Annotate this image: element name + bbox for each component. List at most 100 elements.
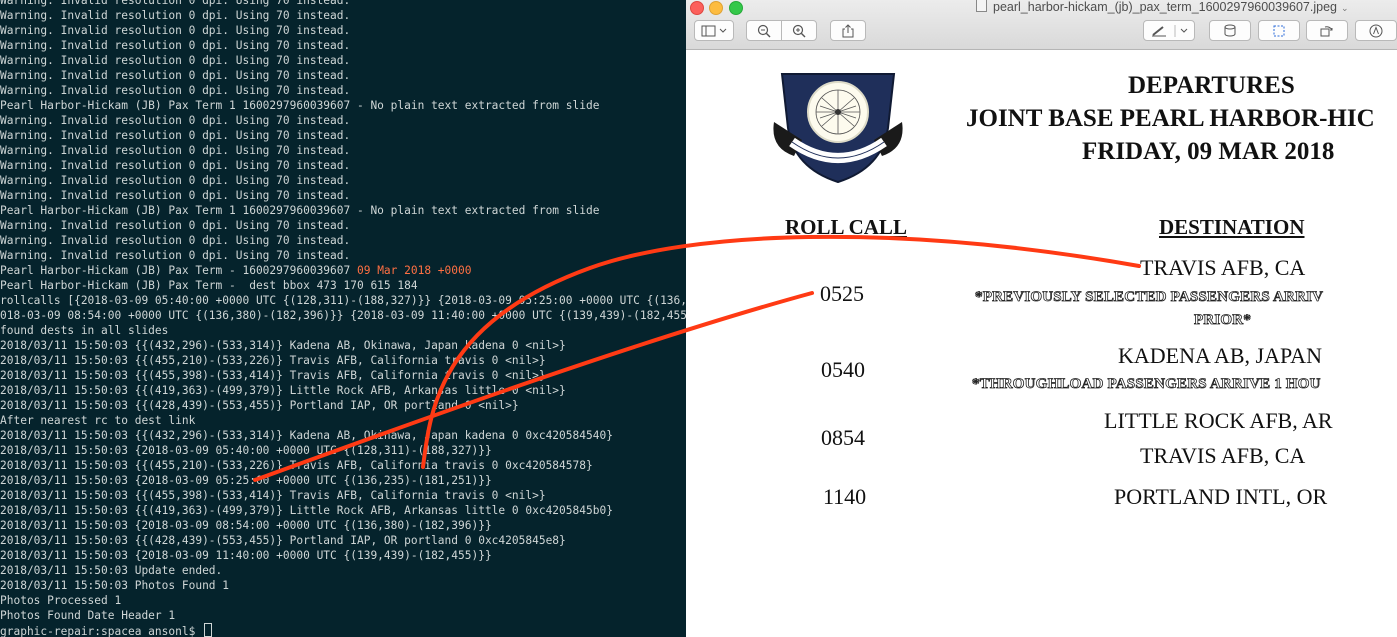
terminal-line-text: Photos Found Date Header 1 [0, 609, 176, 622]
highlighted-date: 09 Mar 2018 +0000 [356, 264, 472, 277]
cylinder-icon [1224, 24, 1236, 37]
terminal-line-text: 018-03-09 08:54:00 +0000 UTC {(136,380)-… [0, 309, 686, 322]
terminal-line: 2018/03/11 15:50:03 {2018-03-09 05:40:00… [0, 443, 686, 458]
terminal-line: Pearl Harbor-Hickam (JB) Pax Term 1 1600… [0, 203, 686, 218]
annotate-icon [1369, 24, 1383, 37]
terminal-line: Warning. Invalid resolution 0 dpi. Using… [0, 0, 686, 8]
terminal-line-text: Warning. Invalid resolution 0 dpi. Using… [0, 219, 351, 232]
terminal-line: Photos Found Date Header 1 [0, 608, 686, 623]
selection-button[interactable] [1258, 20, 1300, 41]
terminal-line: 2018/03/11 15:50:03 {{(428,439)-(553,455… [0, 533, 686, 548]
terminal-line: Pearl Harbor-Hickam (JB) Pax Term 1 1600… [0, 98, 686, 113]
air-mobility-command-logo [773, 73, 903, 184]
terminal-line-text: 2018/03/11 15:50:03 {{(432,296)-(533,314… [0, 429, 613, 442]
terminal-line: Warning. Invalid resolution 0 dpi. Using… [0, 83, 686, 98]
terminal-line-text: Warning. Invalid resolution 0 dpi. Using… [0, 129, 351, 142]
terminal-line: 2018/03/11 15:50:03 {2018-03-09 05:25:00… [0, 473, 686, 488]
terminal-line-text: 2018/03/11 15:50:03 Update ended. [0, 564, 223, 577]
heading-date: FRIDAY, 09 MAR 2018 [1082, 138, 1335, 165]
terminal-line: Warning. Invalid resolution 0 dpi. Using… [0, 248, 686, 263]
terminal-line-text: Warning. Invalid resolution 0 dpi. Using… [0, 69, 351, 82]
terminal-line: 2018/03/11 15:50:03 {{(455,210)-(533,226… [0, 458, 686, 473]
terminal-line: 2018/03/11 15:50:03 {{(455,398)-(533,414… [0, 488, 686, 503]
minimize-window-button[interactable] [709, 1, 723, 15]
terminal-line: 2018/03/11 15:50:03 {{(455,210)-(533,226… [0, 353, 686, 368]
terminal-line: 2018/03/11 15:50:03 {2018-03-09 11:40:00… [0, 548, 686, 563]
terminal-line-text: Pearl Harbor-Hickam (JB) Pax Term 1 1600… [0, 99, 600, 112]
window-title[interactable]: pearl_harbor-hickam_(jb)_pax_term_160029… [976, 0, 1349, 14]
zoom-in-icon [792, 24, 806, 37]
terminal-line: 2018/03/11 15:50:03 {{(428,439)-(553,455… [0, 398, 686, 413]
terminal-line: 018-03-09 08:54:00 +0000 UTC {(136,380)-… [0, 308, 686, 323]
terminal-line: Warning. Invalid resolution 0 dpi. Using… [0, 38, 686, 53]
share-button[interactable] [830, 20, 866, 41]
terminal-line: After nearest rc to dest link [0, 413, 686, 428]
terminal-line: 2018/03/11 15:50:03 {{(419,363)-(499,379… [0, 503, 686, 518]
terminal-line-text: 2018/03/11 15:50:03 {{(419,363)-(499,379… [0, 504, 613, 517]
pen-icon [1152, 24, 1188, 37]
destination-name: PORTLAND INTL, OR [1114, 484, 1328, 509]
preview-window[interactable]: pearl_harbor-hickam_(jb)_pax_term_160029… [686, 0, 1397, 637]
terminal-line: Warning. Invalid resolution 0 dpi. Using… [0, 233, 686, 248]
annotate-button[interactable] [1355, 20, 1397, 41]
terminal-output: Warning. Invalid resolution 0 dpi. Using… [0, 0, 686, 637]
terminal-window[interactable]: Warning. Invalid resolution 0 dpi. Using… [0, 0, 686, 637]
terminal-line: Warning. Invalid resolution 0 dpi. Using… [0, 188, 686, 203]
heading-base-name: JOINT BASE PEARL HARBOR-HIC [966, 105, 1375, 132]
terminal-line-text: Warning. Invalid resolution 0 dpi. Using… [0, 249, 351, 262]
roll-call-time: 0525 [820, 281, 864, 306]
terminal-line: 2018/03/11 15:50:03 {{(432,296)-(533,314… [0, 338, 686, 353]
rotate-button[interactable] [1306, 20, 1348, 41]
terminal-line-text: Warning. Invalid resolution 0 dpi. Using… [0, 189, 351, 202]
roll-call-time: 0854 [821, 425, 865, 450]
terminal-line-text: Pearl Harbor-Hickam (JB) Pax Term - dest… [0, 279, 418, 292]
document-view[interactable]: DEPARTURES JOINT BASE PEARL HARBOR-HIC F… [686, 50, 1397, 637]
database-button[interactable] [1209, 20, 1251, 41]
zoom-out-button[interactable] [746, 20, 782, 41]
zoom-window-button[interactable] [729, 1, 743, 15]
terminal-line: 2018/03/11 15:50:03 {{(419,363)-(499,379… [0, 383, 686, 398]
sidebar-icon [701, 25, 727, 36]
terminal-line-text: After nearest rc to dest link [0, 414, 196, 427]
passenger-note: *THROUGHLOAD PASSENGERS ARRIVE 1 HOU [972, 376, 1321, 393]
title-bar[interactable]: pearl_harbor-hickam_(jb)_pax_term_160029… [686, 0, 1397, 50]
terminal-line-text: Warning. Invalid resolution 0 dpi. Using… [0, 24, 351, 37]
terminal-line: 2018/03/11 15:50:03 Photos Found 1 [0, 578, 686, 593]
terminal-line: 2018/03/11 15:50:03 {2018-03-09 08:54:00… [0, 518, 686, 533]
terminal-line-text: 2018/03/11 15:50:03 {2018-03-09 05:40:00… [0, 444, 492, 457]
destination-header: DESTINATION [1159, 215, 1305, 239]
terminal-line: 2018/03/11 15:50:03 Update ended. [0, 563, 686, 578]
terminal-line: Pearl Harbor-Hickam (JB) Pax Term - 1600… [0, 263, 686, 278]
heading-departures: DEPARTURES [1128, 72, 1295, 99]
terminal-line-text: Warning. Invalid resolution 0 dpi. Using… [0, 144, 351, 157]
terminal-line: rollcalls [{2018-03-09 05:40:00 +0000 UT… [0, 293, 686, 308]
terminal-line-text: Warning. Invalid resolution 0 dpi. Using… [0, 159, 351, 172]
close-window-button[interactable] [690, 1, 704, 15]
markup-toolbar-button[interactable] [1143, 20, 1195, 41]
terminal-line: Photos Processed 1 [0, 593, 686, 608]
sidebar-button[interactable] [694, 20, 734, 41]
terminal-line: Warning. Invalid resolution 0 dpi. Using… [0, 143, 686, 158]
terminal-line-text: Pearl Harbor-Hickam (JB) Pax Term - 1600… [0, 264, 357, 277]
terminal-line-text: graphic-repair:spacea ansonl$ [0, 625, 203, 637]
window-title-text: pearl_harbor-hickam_(jb)_pax_term_160029… [993, 0, 1337, 14]
terminal-line-text: 2018/03/11 15:50:03 {2018-03-09 08:54:00… [0, 519, 492, 532]
zoom-in-button[interactable] [781, 20, 817, 41]
shell-prompt-line: graphic-repair:spacea ansonl$ [0, 623, 686, 637]
terminal-line-text: Photos Processed 1 [0, 594, 122, 607]
terminal-line-text: Warning. Invalid resolution 0 dpi. Using… [0, 84, 351, 97]
terminal-line-text: 2018/03/11 15:50:03 {2018-03-09 05:25:00… [0, 474, 492, 487]
terminal-line-text: 2018/03/11 15:50:03 {{(428,439)-(553,455… [0, 399, 519, 412]
destination-name: TRAVIS AFB, CA [1140, 255, 1306, 280]
terminal-line: Warning. Invalid resolution 0 dpi. Using… [0, 173, 686, 188]
terminal-line: Warning. Invalid resolution 0 dpi. Using… [0, 218, 686, 233]
destination-name: TRAVIS AFB, CA [1140, 443, 1306, 468]
terminal-line-text: 2018/03/11 15:50:03 {{(419,363)-(499,379… [0, 384, 566, 397]
terminal-line: Warning. Invalid resolution 0 dpi. Using… [0, 113, 686, 128]
terminal-line: Warning. Invalid resolution 0 dpi. Using… [0, 23, 686, 38]
terminal-line-text: 2018/03/11 15:50:03 {{(455,210)-(533,226… [0, 354, 546, 367]
text-cursor[interactable] [204, 623, 213, 637]
terminal-line-text: 2018/03/11 15:50:03 {{(455,398)-(533,414… [0, 489, 546, 502]
jpeg-file-icon [976, 0, 987, 12]
terminal-line: Warning. Invalid resolution 0 dpi. Using… [0, 68, 686, 83]
